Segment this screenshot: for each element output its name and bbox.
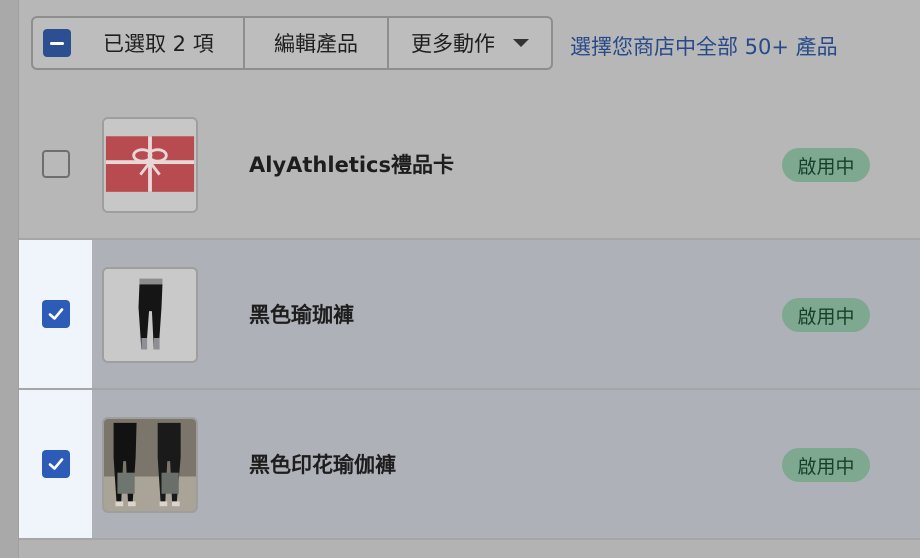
table-row[interactable]: 黑色印花瑜伽褲 啟用中 <box>19 390 920 540</box>
status-badge: 啟用中 <box>782 448 870 482</box>
edit-products-button[interactable]: 編輯產品 <box>245 18 389 68</box>
printed-leggings-photo <box>102 417 198 513</box>
product-name[interactable]: AlyAthletics禮品卡 <box>249 90 454 238</box>
status-badge: 啟用中 <box>782 298 870 332</box>
product-name[interactable]: 黑色印花瑜伽褲 <box>249 390 396 538</box>
product-list-panel: 已選取 2 項 編輯產品 更多動作 選擇您商店中全部 50+ 產品 AlyAth… <box>19 0 920 558</box>
bulk-button-group: 已選取 2 項 編輯產品 更多動作 <box>31 16 553 70</box>
minus-icon <box>50 41 64 45</box>
edit-products-label: 編輯產品 <box>274 32 358 56</box>
more-actions-button[interactable]: 更多動作 <box>389 18 551 68</box>
status-badge: 啟用中 <box>782 148 870 182</box>
checkmark-icon <box>48 308 63 320</box>
leggings-image <box>102 267 198 363</box>
select-all-products-link[interactable]: 選擇您商店中全部 50+ 產品 <box>570 31 838 61</box>
more-actions-label: 更多動作 <box>411 32 495 56</box>
caret-down-icon <box>513 39 529 47</box>
table-row[interactable]: AlyAthletics禮品卡 啟用中 <box>19 90 920 240</box>
row-checkbox-cell <box>19 390 92 538</box>
row-checkbox-cell <box>19 240 92 388</box>
row-checkbox[interactable] <box>41 450 70 478</box>
checkmark-icon <box>48 458 63 470</box>
selected-count-label: 已選取 2 項 <box>103 32 214 56</box>
bulk-action-bar: 已選取 2 項 編輯產品 更多動作 選擇您商店中全部 50+ 產品 <box>19 0 920 92</box>
product-name[interactable]: 黑色瑜珈褲 <box>249 240 354 388</box>
bulk-select-checkbox[interactable] <box>43 29 71 57</box>
row-checkbox[interactable] <box>41 150 70 178</box>
left-gutter <box>0 0 19 558</box>
table-row[interactable]: 黑色瑜珈褲 啟用中 <box>19 240 920 390</box>
list-footer-divider <box>19 540 920 558</box>
selected-count-button[interactable]: 已選取 2 項 <box>33 18 245 68</box>
row-checkbox-cell <box>19 90 92 238</box>
row-checkbox[interactable] <box>41 300 70 328</box>
gift-card-image <box>102 117 198 213</box>
